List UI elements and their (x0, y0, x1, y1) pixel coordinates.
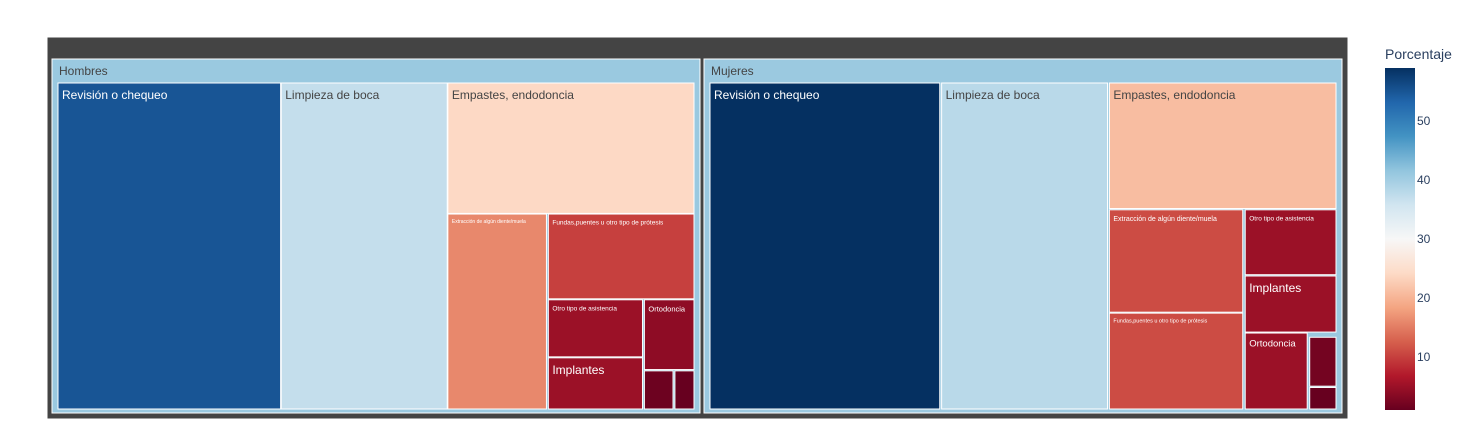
tile-label: Otro tipo de asistencia (552, 305, 617, 312)
colorbar-tick-label: 40 (1417, 173, 1431, 187)
tile-label: Otro tipo de asistencia (1249, 215, 1314, 222)
tile-label: Extracción de algún diente/muela (452, 219, 526, 225)
colorbar-title: Porcentaje (1385, 46, 1452, 62)
tile-label: Extracción de algún diente/muela (1113, 216, 1217, 223)
tile-label: Empastes, endodoncia (1113, 88, 1235, 102)
treemap-tile-fundas-puentes-u-otro-tipo-de-protesis[interactable] (1108, 312, 1244, 410)
colorbar-tick-label: 30 (1417, 232, 1431, 246)
tile-label: Ortodoncia (1249, 339, 1296, 350)
group-label: Hombres (59, 64, 108, 78)
treemap-tile-unlabeled[interactable] (643, 370, 674, 410)
tile-label: Ortodoncia (648, 304, 686, 313)
treemap-tile-empastes-endodoncia[interactable] (447, 82, 695, 214)
colorbar: 10 20 30 40 50 (1385, 68, 1431, 410)
colorbar-tick-label: 50 (1417, 114, 1431, 128)
tile-label: Limpieza de boca (946, 88, 1040, 102)
treemap-tile-limpieza-de-boca[interactable] (280, 82, 448, 410)
treemap-tile-extraccion-de-algun-diente-muela[interactable] (447, 213, 547, 410)
tile-label: Revisión o chequeo (714, 88, 820, 102)
treemap-tile-unlabeled[interactable] (1309, 386, 1337, 410)
tile-label: Revisión o chequeo (62, 88, 168, 102)
colorbar-gradient (1385, 68, 1415, 410)
treemap-tile-extraccion-de-algun-diente-muela[interactable] (1108, 209, 1244, 313)
treemap-group-mujeres: Mujeres Revisión o chequeo Limpieza de boc… (703, 58, 1343, 414)
treemap-chart: Hombres Revisión o chequeo Limpieza de boc… (46, 36, 1431, 420)
tile-label: Fundas,puentes u otro tipo de prótesis (1113, 319, 1207, 325)
tile-label: Limpieza de boca (285, 88, 379, 102)
tile-label: Implantes (1249, 281, 1301, 295)
treemap-tile-revision-o-chequeo[interactable] (709, 82, 941, 410)
treemap-tile-unlabeled[interactable] (1309, 336, 1337, 387)
treemap-tile-fundas-puentes-u-otro-tipo-de-protesis[interactable] (547, 213, 695, 300)
treemap-group-hombres: Hombres Revisión o chequeo Limpieza de boc… (51, 58, 701, 414)
treemap-tile-limpieza-de-boca[interactable] (941, 82, 1109, 410)
tile-label: Fundas,puentes u otro tipo de prótesis (552, 220, 664, 227)
colorbar-tick-label: 20 (1417, 291, 1431, 305)
group-label: Mujeres (711, 64, 754, 78)
tile-label: Empastes, endodoncia (452, 88, 574, 102)
tile-label: Implantes (552, 363, 604, 377)
treemap-tile-unlabeled[interactable] (674, 370, 695, 410)
treemap-tile-revision-o-chequeo[interactable] (57, 82, 282, 410)
colorbar-tick-label: 10 (1417, 350, 1431, 364)
